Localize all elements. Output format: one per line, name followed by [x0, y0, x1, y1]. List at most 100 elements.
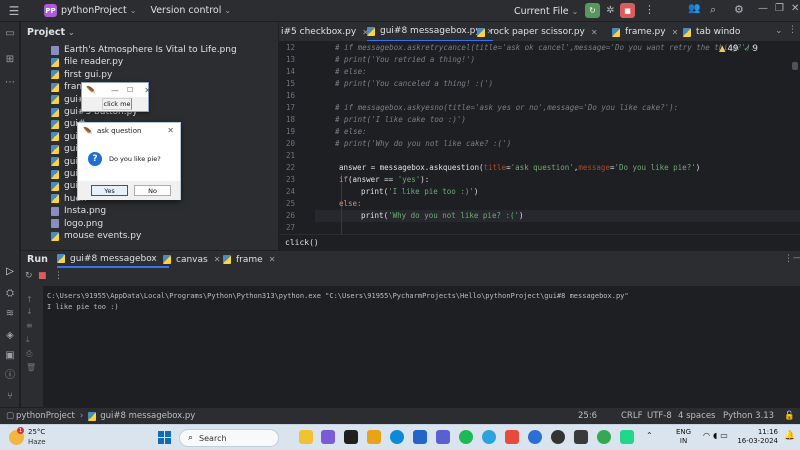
tree-item[interactable]: logo.png	[51, 218, 103, 230]
chevron-down-icon[interactable]: ⌄	[130, 6, 137, 15]
print-icon[interactable]: ⎙	[26, 349, 32, 359]
debug-icon[interactable]: ✲	[603, 3, 618, 18]
close-tab-icon[interactable]: ✕	[269, 255, 276, 264]
yes-button[interactable]: Yes	[91, 185, 128, 196]
minimize-icon[interactable]: —	[758, 3, 768, 14]
rerun-icon[interactable]: ↻	[585, 3, 600, 18]
more-options-icon[interactable]: ⋮	[54, 271, 63, 281]
structure-icon[interactable]: ⊞	[4, 54, 16, 66]
console-output[interactable]: C:\Users\91955\AppData\Local\Programs\Py…	[43, 286, 800, 407]
close-tab-icon[interactable]: ✕	[672, 28, 679, 37]
widgets-app-icon[interactable]	[299, 430, 313, 444]
maximize-icon[interactable]: ❐	[775, 3, 784, 14]
editor-tab[interactable]: tab windo	[683, 22, 740, 41]
chrome-icon[interactable]	[597, 430, 611, 444]
no-button[interactable]: No	[134, 185, 171, 196]
tree-item[interactable]: file reader.py	[51, 56, 123, 68]
microsoft-store-icon[interactable]	[413, 430, 427, 444]
hamburger-menu-icon[interactable]: ☰	[0, 0, 28, 22]
problems-icon[interactable]: ⓘ	[4, 370, 16, 382]
indent-setting[interactable]: 4 spaces	[678, 411, 715, 421]
stop-icon[interactable]: ■	[620, 3, 635, 18]
tree-item[interactable]: mouse events.py	[51, 230, 141, 242]
inspection-widget[interactable]: ▲ 49 ✓ 9	[719, 44, 758, 54]
taskbar-search[interactable]: ⌕ Search	[179, 429, 279, 447]
project-panel-header[interactable]: Project ⌄	[21, 22, 278, 42]
chevron-down-icon[interactable]: ⌄	[224, 6, 231, 15]
layers-icon[interactable]: ≋	[4, 308, 16, 320]
more-options-icon[interactable]: ⋮	[644, 3, 655, 16]
dialog-title-bar[interactable]: 🪶 ask question	[78, 123, 180, 139]
close-tab-icon[interactable]: ✕	[591, 28, 598, 37]
close-icon[interactable]: ✕	[167, 126, 174, 135]
app-icon[interactable]	[574, 430, 588, 444]
project-selector[interactable]: pythonProject	[61, 5, 127, 16]
terminal-icon[interactable]: ▣	[4, 350, 16, 362]
editor-tab[interactable]: frame.py ✕	[612, 22, 679, 41]
media-app-icon[interactable]	[344, 430, 358, 444]
line-separator[interactable]: CRLF	[621, 411, 642, 421]
input-language[interactable]: ENG IN	[676, 428, 691, 446]
run-configuration-selector[interactable]: Current File ⌄	[514, 0, 578, 22]
cursor-position[interactable]: 25:6	[578, 411, 597, 421]
weather-temperature[interactable]: 25°C	[28, 428, 45, 436]
minimize-icon[interactable]: —	[111, 86, 119, 95]
gear-icon[interactable]: ⚙	[734, 3, 744, 16]
ai-app-icon[interactable]	[436, 430, 450, 444]
more-options-icon[interactable]: ⋮	[784, 254, 793, 264]
more-tools-icon[interactable]: ⋯	[4, 77, 16, 89]
windows-start-icon[interactable]	[158, 431, 171, 444]
search-icon[interactable]: ⌕	[710, 3, 716, 17]
tree-item[interactable]: first gui.py	[51, 69, 112, 81]
app-icon[interactable]	[505, 430, 519, 444]
telegram-icon[interactable]	[482, 430, 496, 444]
maximize-icon[interactable]: ☐	[127, 86, 133, 94]
pycharm-icon[interactable]	[620, 430, 634, 444]
status-path-file[interactable]: gui#8 messagebox.py	[100, 411, 195, 421]
file-explorer-icon[interactable]	[367, 430, 381, 444]
hide-panel-icon[interactable]: —	[793, 253, 800, 263]
code-editor[interactable]: i#5 checkbox.py ✕ gui#8 messagebox.py ✕ rock…	[279, 22, 800, 250]
stop-icon[interactable]: ■	[38, 271, 47, 281]
close-icon[interactable]: ✕	[791, 3, 799, 14]
folder-icon[interactable]: ▭	[4, 28, 16, 40]
lock-icon[interactable]: 🔓	[784, 411, 795, 421]
rerun-icon[interactable]: ↻	[25, 271, 33, 281]
soft-wrap-icon[interactable]: ≡	[26, 321, 33, 330]
editor-tab[interactable]: i#5 checkbox.py ✕	[281, 22, 369, 41]
python-interpreter[interactable]: Python 3.13	[723, 411, 774, 421]
teams-chat-icon[interactable]	[321, 430, 335, 444]
click-me-button[interactable]: click me	[102, 98, 132, 110]
run-tab[interactable]: canvas ✕	[163, 251, 220, 268]
scroll-to-end-icon[interactable]: ⤓	[26, 335, 30, 345]
tree-item[interactable]: Insta.png	[51, 205, 106, 217]
editor-tab[interactable]: rock paper scissor.py ✕	[477, 22, 598, 41]
chevron-down-icon[interactable]: ⌄	[68, 28, 75, 37]
arrow-up-icon[interactable]: ↑	[26, 295, 33, 304]
system-tray-icons[interactable]: ◠◖▭	[703, 431, 731, 440]
wordpress-icon[interactable]	[551, 430, 565, 444]
close-icon[interactable]: ✕	[144, 86, 151, 95]
arrow-down-icon[interactable]: ↓	[26, 307, 33, 316]
tree-item[interactable]: Earth's Atmosphere Is Vital to Life.png	[51, 44, 237, 56]
editor-scrollbar[interactable]	[792, 62, 798, 70]
run-tool-icon[interactable]: ▷	[4, 266, 16, 278]
run-tab[interactable]: frame ✕	[223, 251, 275, 268]
status-path-root[interactable]: pythonProject	[16, 411, 75, 421]
breadcrumb[interactable]: click()	[279, 234, 800, 250]
weather-condition[interactable]: Haze	[28, 438, 46, 446]
tab-overflow-icon[interactable]: ⌄	[775, 26, 783, 36]
close-tab-icon[interactable]: ✕	[214, 255, 221, 264]
file-encoding[interactable]: UTF-8	[647, 411, 672, 421]
editor-tab[interactable]: gui#8 messagebox.py ✕	[367, 22, 494, 41]
chevron-up-icon[interactable]: ⌃	[646, 431, 653, 440]
more-options-icon[interactable]: ⋮	[788, 25, 797, 35]
taskbar-clock[interactable]: 11:16 16-03-2024	[736, 428, 778, 446]
tk-title-bar[interactable]: 🪶 — ☐ ✕	[82, 83, 151, 97]
code-with-me-icon[interactable]: 👥	[688, 3, 700, 14]
spotify-icon[interactable]	[459, 430, 473, 444]
python-console-icon[interactable]: ◈	[4, 330, 16, 342]
edge-browser-icon[interactable]	[390, 430, 404, 444]
git-icon[interactable]: ⑂	[4, 391, 16, 403]
version-control-menu[interactable]: Version control	[150, 5, 221, 16]
